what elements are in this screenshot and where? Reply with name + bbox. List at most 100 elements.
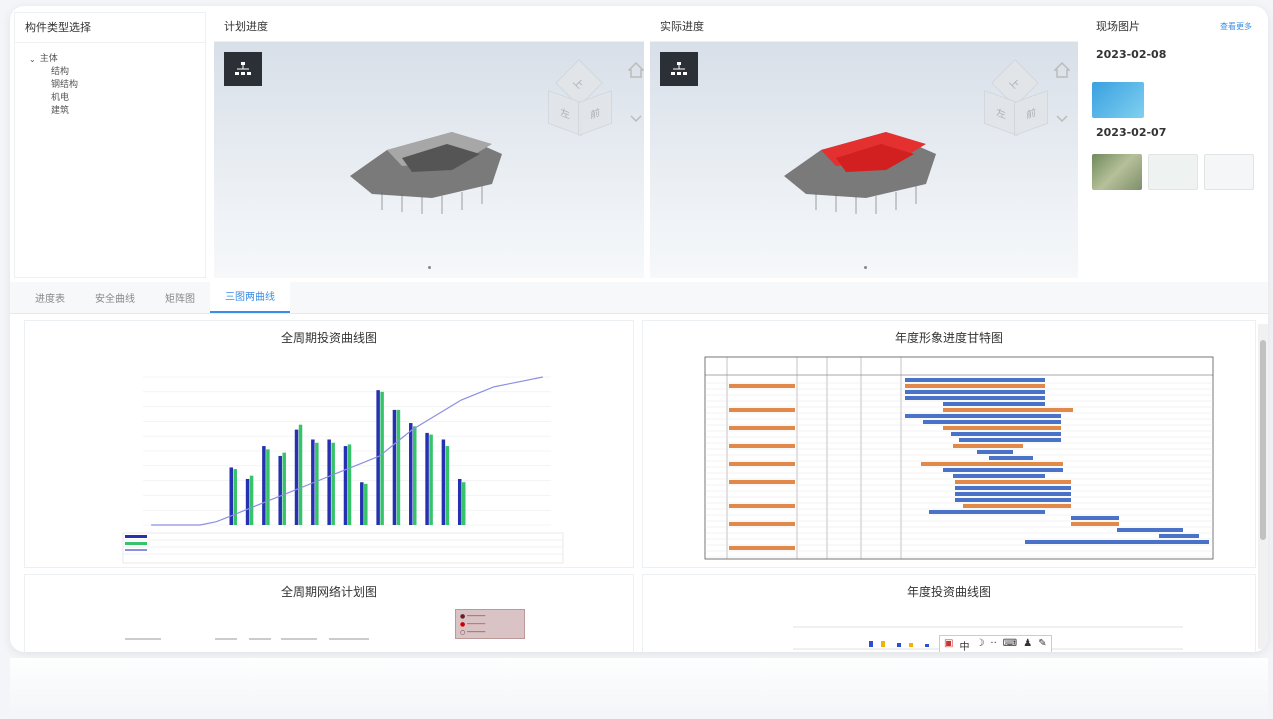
home-icon[interactable] bbox=[1054, 62, 1070, 78]
gantt-row-label bbox=[729, 480, 795, 484]
site-photo-thumbnail[interactable] bbox=[1148, 154, 1198, 190]
tab-matrix[interactable]: 矩阵图 bbox=[150, 290, 210, 313]
gantt-bar bbox=[1159, 534, 1199, 538]
gantt-bar bbox=[1071, 522, 1119, 526]
gantt-chart bbox=[704, 356, 1214, 560]
chart-bar bbox=[457, 478, 462, 525]
structure-tree-button[interactable] bbox=[224, 52, 262, 86]
gantt-bar bbox=[963, 504, 1071, 508]
gantt-bar bbox=[955, 498, 1071, 502]
chart-bar bbox=[347, 444, 352, 525]
tab-three-charts-two-curves[interactable]: 三图两曲线 bbox=[210, 280, 290, 313]
gantt-chart-card: 年度形象进度甘特图 bbox=[642, 320, 1256, 568]
panel-title: 构件类型选择 bbox=[15, 13, 205, 43]
keyboard-icon[interactable]: ⌨ bbox=[1003, 638, 1017, 652]
chart-bar bbox=[294, 429, 299, 525]
gantt-bar bbox=[951, 432, 1061, 436]
gantt-bar bbox=[955, 480, 1071, 484]
tree-item-building[interactable]: 建筑 bbox=[29, 105, 205, 118]
model-viewer-plan[interactable]: 上 左 前 bbox=[214, 42, 644, 278]
user-icon[interactable]: ♟ bbox=[1023, 638, 1032, 652]
chart-bar bbox=[343, 446, 348, 525]
chart-bar bbox=[396, 409, 401, 525]
tree-root[interactable]: ⌄ 主体 bbox=[29, 53, 205, 66]
chart-bar bbox=[461, 482, 466, 525]
chart-legend-table bbox=[122, 532, 564, 564]
chart-bar bbox=[331, 442, 335, 525]
chart-bars bbox=[229, 390, 466, 525]
chart-bar bbox=[425, 432, 429, 525]
floating-toolbar[interactable]: ▣ 中 ☽ ·· ⌨ ♟ ✎ bbox=[939, 635, 1052, 652]
gantt-bar bbox=[1071, 516, 1119, 520]
chart-bar bbox=[245, 478, 250, 525]
tab-safety-curve[interactable]: 安全曲线 bbox=[80, 290, 150, 313]
tree-root-label: 主体 bbox=[39, 54, 58, 64]
content-scrollbar[interactable] bbox=[1258, 324, 1268, 649]
site-photo-thumbnail[interactable] bbox=[1092, 154, 1142, 190]
photo-date: 2023-02-08 bbox=[1096, 48, 1167, 61]
network-header-row bbox=[125, 638, 369, 640]
site-photo-thumbnail[interactable] bbox=[1092, 82, 1144, 118]
structure-tree-button[interactable] bbox=[660, 52, 698, 86]
chevron-down-icon[interactable] bbox=[1054, 110, 1070, 126]
component-tree[interactable]: ⌄ 主体 结构 钢结构 机电 建筑 bbox=[15, 43, 205, 118]
gantt-bar bbox=[921, 462, 1063, 466]
chevron-down-icon[interactable]: ⌄ bbox=[29, 53, 36, 66]
gantt-bar bbox=[953, 444, 1023, 448]
gantt-row-label bbox=[729, 444, 795, 448]
gantt-row-label bbox=[729, 522, 795, 526]
chart-bar bbox=[392, 409, 397, 525]
chart-title: 年度形象进度甘特图 bbox=[894, 331, 1003, 345]
chinese-input-icon[interactable]: 中 bbox=[959, 638, 969, 652]
site-photo-thumbnail[interactable] bbox=[1204, 154, 1254, 190]
gantt-row-label bbox=[729, 546, 795, 550]
scrollbar-thumb[interactable] bbox=[1260, 340, 1266, 540]
tree-item-steel[interactable]: 钢结构 bbox=[29, 79, 205, 92]
gantt-bar bbox=[943, 402, 1045, 406]
gantt-bar bbox=[943, 408, 1073, 412]
model-viewer-actual[interactable]: 上 左 前 bbox=[650, 42, 1078, 278]
tab-schedule[interactable]: 进度表 bbox=[20, 290, 80, 313]
site-photos-panel: 现场图片 查看更多 2023-02-08 2023-02-07 bbox=[1086, 12, 1258, 278]
hierarchy-icon bbox=[671, 62, 687, 75]
gantt-bar bbox=[955, 492, 1071, 496]
home-icon[interactable] bbox=[628, 62, 644, 78]
viewer-origin-dot bbox=[864, 266, 867, 269]
wrench-icon[interactable]: ✎ bbox=[1038, 638, 1046, 652]
chart-bar bbox=[266, 449, 270, 525]
chart-bar bbox=[380, 391, 384, 525]
gantt-bar bbox=[989, 456, 1033, 460]
chart-title: 年度投资曲线图 bbox=[906, 585, 991, 599]
gantt-bar bbox=[905, 414, 1061, 418]
chart-bar bbox=[409, 423, 413, 525]
chart-bar bbox=[298, 424, 303, 525]
tree-item-mep[interactable]: 机电 bbox=[29, 92, 205, 105]
view-cube[interactable]: 上 左 前 bbox=[980, 59, 1052, 136]
chart-bar bbox=[429, 434, 433, 525]
chart-bar bbox=[327, 439, 331, 525]
chevron-down-icon[interactable] bbox=[628, 110, 644, 126]
view-more-link[interactable]: 查看更多 bbox=[1220, 21, 1252, 32]
gantt-bar bbox=[943, 426, 1061, 430]
chart-bar bbox=[282, 452, 286, 525]
panel-title: 实际进度 bbox=[650, 12, 1078, 42]
chart-bar bbox=[441, 439, 446, 525]
hierarchy-icon bbox=[235, 62, 251, 75]
building-model bbox=[784, 132, 936, 214]
main-frame: 构件类型选择 ⌄ 主体 结构 钢结构 机电 建筑 计划进度 上 左 前 实际进度… bbox=[10, 6, 1268, 652]
network-legend: ● ───── ● ───── ○ ───── bbox=[455, 609, 525, 639]
moon-icon[interactable]: ☽ bbox=[975, 638, 984, 652]
chart-bar bbox=[278, 455, 282, 525]
gantt-row-label bbox=[729, 408, 795, 412]
tree-item-structure[interactable]: 结构 bbox=[29, 66, 205, 79]
image-icon[interactable]: ▣ bbox=[944, 638, 953, 652]
gantt-bar bbox=[905, 384, 1045, 388]
chart-bar bbox=[413, 426, 417, 525]
viewer-origin-dot bbox=[428, 266, 431, 269]
gantt-row-label bbox=[729, 462, 795, 466]
chart-bar bbox=[262, 446, 266, 525]
dots-icon[interactable]: ·· bbox=[990, 638, 996, 652]
chart-bar bbox=[315, 442, 319, 525]
view-cube[interactable]: 上 左 前 bbox=[544, 59, 616, 136]
network-plan-card: 全周期网络计划图 ● ───── ● ───── ○ ───── bbox=[24, 574, 634, 652]
